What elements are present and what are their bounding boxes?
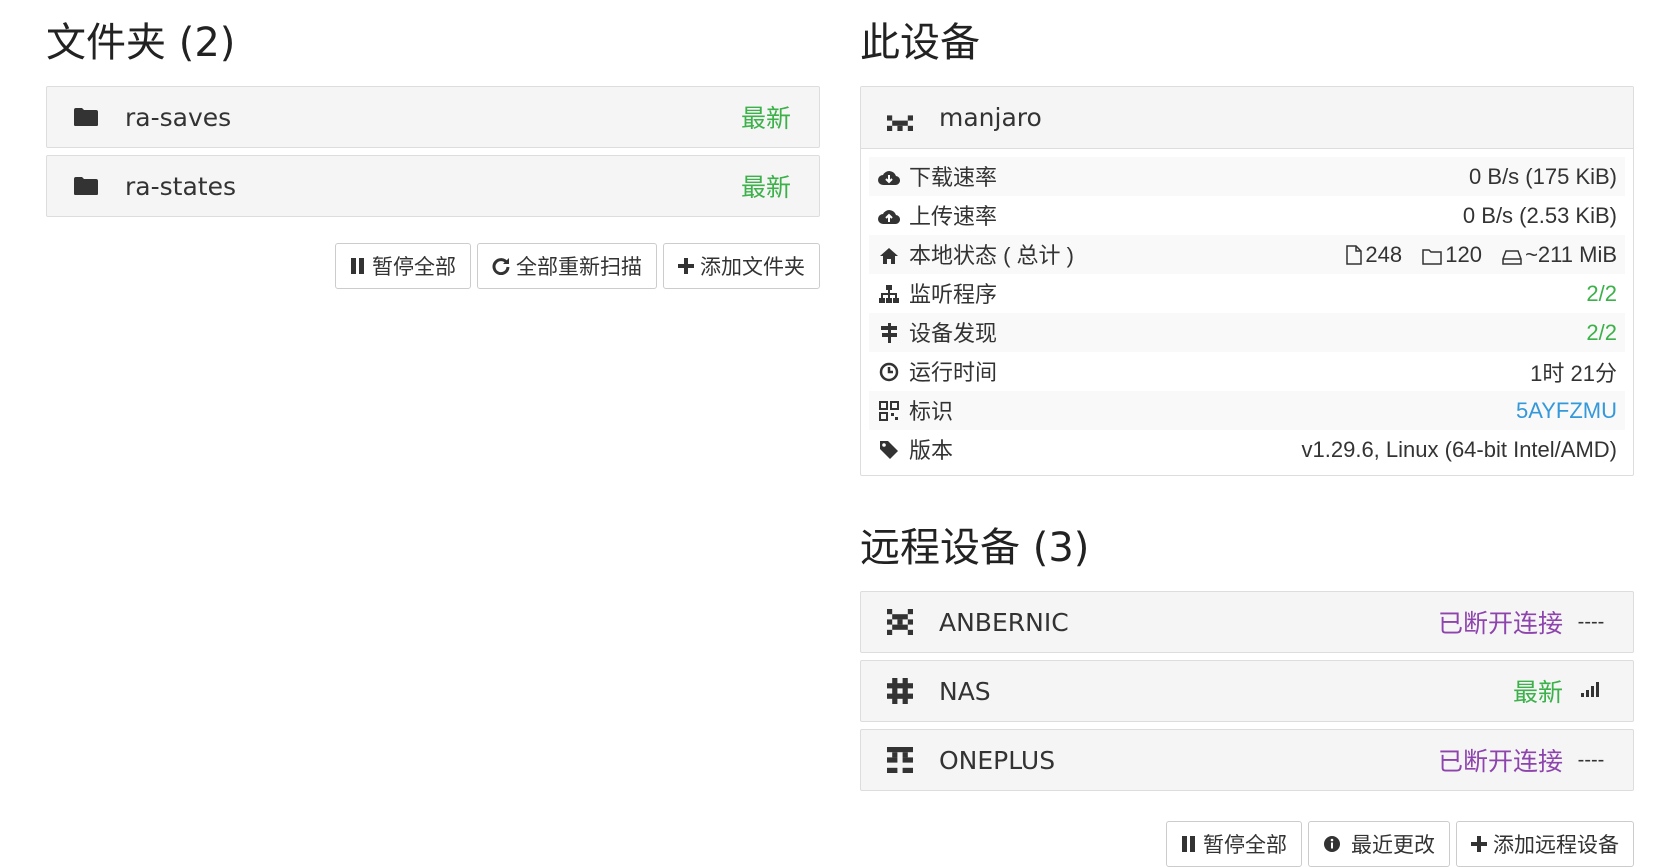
clock-icon xyxy=(877,362,901,388)
remote-device-status: 最新 xyxy=(1512,679,1563,707)
remote-device-row-nas[interactable]: NAS 最新 xyxy=(860,660,1634,722)
discovery-row: 设备发现 2/2 xyxy=(869,313,1625,352)
identity-row[interactable]: 标识 5AYFZMU xyxy=(869,391,1625,430)
remote-device-name: ANBERNIC xyxy=(939,607,1069,637)
uptime-value: 1时 21分 xyxy=(1530,360,1617,386)
remote-device-row-oneplus[interactable]: ONEPLUS 已断开连接 ---- xyxy=(860,729,1634,791)
recent-changes-button[interactable]: 最近更改 xyxy=(1308,821,1450,867)
discovery-value: 2/2 xyxy=(1164,313,1625,352)
this-device-title: 此设备 xyxy=(860,20,980,66)
files-count: 248 xyxy=(1346,242,1402,267)
devices-column: 此设备 manjaro 下载速率 0 B/s (175 KiB) 上传速率 0 … xyxy=(860,0,1634,867)
folder-status: 最新 xyxy=(740,174,791,202)
download-rate-row: 下载速率 0 B/s (175 KiB) xyxy=(869,157,1625,196)
folders-title: 文件夹 (2) xyxy=(46,20,236,66)
local-state-value: 248 120 ~211 MiB xyxy=(1164,235,1625,274)
version-label: 版本 xyxy=(909,438,954,464)
add-folder-button[interactable]: 添加文件夹 xyxy=(663,243,820,289)
info-circle-icon xyxy=(1324,836,1340,852)
folder-row-ra-states[interactable]: ra-states 最新 xyxy=(46,155,820,217)
rescan-all-label: 全部重新扫描 xyxy=(516,256,642,279)
folder-row-ra-saves[interactable]: ra-saves 最新 xyxy=(46,86,820,148)
home-icon xyxy=(877,245,901,271)
upload-rate-label: 上传速率 xyxy=(909,204,998,230)
tag-icon xyxy=(877,440,901,466)
add-folder-label: 添加文件夹 xyxy=(700,256,805,279)
pause-all-label: 暂停全部 xyxy=(372,256,456,279)
cloud-download-icon xyxy=(877,167,901,193)
folder-icon xyxy=(71,171,101,201)
upload-rate-value: 0 B/s (2.53 KiB) xyxy=(1462,202,1617,228)
cloud-upload-icon xyxy=(877,206,901,232)
sitemap-icon xyxy=(877,284,901,310)
device-identicon-icon xyxy=(885,745,915,775)
folder-name: ra-saves xyxy=(125,102,232,132)
listeners-row: 监听程序 2/2 xyxy=(869,274,1625,313)
device-identicon-icon xyxy=(885,607,915,637)
local-state-label: 本地状态 ( 总计 ) xyxy=(909,243,1074,269)
uptime-label: 运行时间 xyxy=(909,360,998,386)
rescan-all-button[interactable]: 全部重新扫描 xyxy=(477,243,657,289)
recent-changes-label: 最近更改 xyxy=(1351,834,1435,857)
folders-count: 120 xyxy=(1422,242,1482,267)
pause-icon xyxy=(351,258,364,274)
add-remote-device-label: 添加远程设备 xyxy=(1493,834,1619,857)
file-icon xyxy=(1346,244,1363,265)
qrcode-icon xyxy=(877,400,901,427)
hdd-icon xyxy=(1502,249,1522,265)
remote-device-status: 已断开连接 xyxy=(1437,610,1563,638)
uptime-row: 运行时间 1时 21分 xyxy=(869,352,1625,391)
discovery-label: 设备发现 xyxy=(909,321,998,347)
remote-devices-title: 远程设备 (3) xyxy=(860,525,1090,571)
signpost-icon xyxy=(877,322,901,349)
identity-label: 标识 xyxy=(909,399,954,425)
folder-icon xyxy=(71,102,101,132)
pause-all-devices-button[interactable]: 暂停全部 xyxy=(1166,821,1302,867)
pause-icon xyxy=(1182,836,1195,852)
remote-device-status: 已断开连接 xyxy=(1437,748,1563,776)
plus-icon xyxy=(678,258,694,274)
device-identicon-icon xyxy=(885,103,915,133)
version-row: 版本 v1.29.6, Linux (64-bit Intel/AMD) xyxy=(869,430,1625,469)
folder-status: 最新 xyxy=(740,105,791,133)
version-value: v1.29.6, Linux (64-bit Intel/AMD) xyxy=(1301,436,1617,462)
disk-size: ~211 MiB xyxy=(1502,242,1617,267)
pause-all-folders-button[interactable]: 暂停全部 xyxy=(335,243,471,289)
listeners-label: 监听程序 xyxy=(909,282,998,308)
this-device-header[interactable]: manjaro xyxy=(861,87,1633,149)
local-state-row: 本地状态 ( 总计 ) 248 120 ~211 MiB xyxy=(869,235,1625,274)
refresh-icon xyxy=(492,258,510,275)
connection-indicator: ---- xyxy=(1577,610,1605,633)
remote-device-name: NAS xyxy=(939,676,991,706)
remote-device-name: ONEPLUS xyxy=(939,745,1056,775)
folder-outline-icon xyxy=(1422,248,1442,265)
download-rate-label: 下载速率 xyxy=(909,165,998,191)
add-remote-device-button[interactable]: 添加远程设备 xyxy=(1456,821,1634,867)
connection-indicator: ---- xyxy=(1577,748,1605,771)
this-device-name: manjaro xyxy=(939,103,1042,132)
remote-device-row-anbernic[interactable]: ANBERNIC 已断开连接 ---- xyxy=(860,591,1634,653)
signal-icon xyxy=(1577,680,1605,703)
this-device-panel: manjaro 下载速率 0 B/s (175 KiB) 上传速率 0 B/s … xyxy=(860,86,1634,476)
identity-value[interactable]: 5AYFZMU xyxy=(1164,391,1625,430)
device-identicon-icon xyxy=(885,676,915,706)
upload-rate-row: 上传速率 0 B/s (2.53 KiB) xyxy=(869,196,1625,235)
remote-device-actions: 暂停全部 最近更改 添加远程设备 xyxy=(860,821,1634,867)
folder-actions: 暂停全部 全部重新扫描 添加文件夹 xyxy=(46,243,820,289)
this-device-info-table: 下载速率 0 B/s (175 KiB) 上传速率 0 B/s (2.53 Ki… xyxy=(869,157,1625,469)
download-rate-value: 0 B/s (175 KiB) xyxy=(1164,157,1625,196)
folder-name: ra-states xyxy=(125,171,236,201)
pause-all-devices-label: 暂停全部 xyxy=(1203,834,1287,857)
folders-column: 文件夹 (2) ra-saves 最新 ra-states 最新 暂停全部 全部… xyxy=(46,0,820,289)
listeners-value: 2/2 xyxy=(1586,280,1617,306)
plus-icon xyxy=(1471,836,1487,852)
